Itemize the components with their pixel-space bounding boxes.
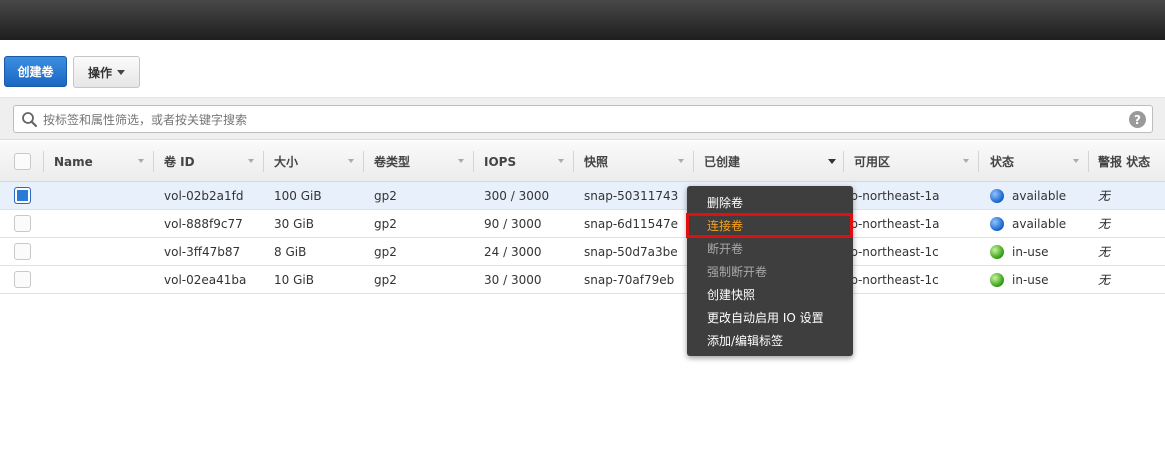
status-dot-icon xyxy=(990,244,1004,259)
sort-caret-icon[interactable] xyxy=(558,159,564,163)
column-separator xyxy=(363,151,364,172)
volume-type: gp2 xyxy=(374,272,397,287)
column-header-volume-type[interactable]: 卷类型 xyxy=(374,141,410,182)
menu-item-force-detach-volume: 强制断开卷 xyxy=(707,264,768,279)
top-navigation-bar xyxy=(0,0,1165,40)
volume-size: 10 GiB xyxy=(274,272,314,287)
menu-item-add-edit-tags[interactable]: 添加/编辑标签 xyxy=(707,330,783,350)
volume-state: in-use xyxy=(990,238,1049,265)
chevron-down-icon xyxy=(117,69,125,75)
volume-size: 30 GiB xyxy=(274,216,314,231)
availability-zone: ap-northeast-1c xyxy=(843,272,939,287)
volume-id: vol-02b2a1fd xyxy=(164,188,244,203)
volume-state: available xyxy=(990,210,1066,237)
volume-snapshot: snap-50d7a3be xyxy=(584,244,678,259)
column-header-alarm-status[interactable]: 警报 状态 xyxy=(1098,141,1150,182)
column-separator xyxy=(263,151,264,172)
volume-iops: 300 / 3000 xyxy=(484,188,550,203)
row-checkbox[interactable] xyxy=(14,215,31,232)
volume-size: 8 GiB xyxy=(274,244,307,259)
column-header-volume-id[interactable]: 卷 ID xyxy=(164,141,195,182)
column-separator xyxy=(473,151,474,172)
volume-id: vol-3ff47b87 xyxy=(164,244,241,259)
column-header-size[interactable]: 大小 xyxy=(274,141,298,182)
sort-caret-icon[interactable] xyxy=(458,159,464,163)
column-separator xyxy=(153,151,154,172)
volume-snapshot: snap-70af79eb xyxy=(584,272,675,287)
column-separator xyxy=(43,151,44,172)
volume-state-label: available xyxy=(1012,188,1067,203)
alarm-status[interactable]: 无 xyxy=(1098,182,1110,209)
row-checkbox[interactable] xyxy=(14,187,31,204)
table-row[interactable]: vol-02b2a1fd 100 GiB gp2 300 / 3000 snap… xyxy=(0,182,1165,210)
availability-zone: ap-northeast-1a xyxy=(843,188,940,203)
volume-id: vol-02ea41ba xyxy=(164,272,247,287)
table-row[interactable]: vol-3ff47b87 8 GiB gp2 24 / 3000 snap-50… xyxy=(0,238,1165,266)
row-checkbox[interactable] xyxy=(14,243,31,260)
alarm-status[interactable]: 无 xyxy=(1098,266,1110,293)
column-header-name[interactable]: Name xyxy=(54,141,93,182)
highlight-box xyxy=(686,213,853,238)
status-dot-icon xyxy=(990,272,1004,287)
table-row[interactable]: vol-02ea41ba 10 GiB gp2 30 / 3000 snap-7… xyxy=(0,266,1165,294)
create-volume-button[interactable]: 创建卷 xyxy=(4,56,67,87)
volume-snapshot: snap-50311743 xyxy=(584,188,679,203)
volume-type: gp2 xyxy=(374,216,397,231)
sort-caret-icon[interactable] xyxy=(678,159,684,163)
volume-type: gp2 xyxy=(374,244,397,259)
sort-caret-icon[interactable] xyxy=(138,159,144,163)
status-dot-icon xyxy=(990,188,1004,203)
column-separator xyxy=(573,151,574,172)
column-header-created[interactable]: 已创建 xyxy=(704,141,740,182)
table-row[interactable]: vol-888f9c77 30 GiB gp2 90 / 3000 snap-6… xyxy=(0,210,1165,238)
menu-item-detach-volume: 断开卷 xyxy=(707,241,744,256)
search-input[interactable] xyxy=(43,111,1113,129)
column-separator xyxy=(978,151,979,172)
row-checkbox[interactable] xyxy=(14,271,31,288)
volume-state-label: available xyxy=(1012,216,1067,231)
menu-item-create-snapshot[interactable]: 创建快照 xyxy=(707,284,755,304)
menu-item-delete-volume[interactable]: 删除卷 xyxy=(707,192,743,212)
column-header-availability-zone[interactable]: 可用区 xyxy=(854,141,890,182)
column-header-iops[interactable]: IOPS xyxy=(484,141,516,182)
search-icon xyxy=(22,112,38,128)
sort-caret-icon[interactable] xyxy=(248,159,254,163)
column-separator xyxy=(843,151,844,172)
actions-context-menu: 删除卷 连接卷 断开卷 强制断开卷 创建快照 更改自动启用 IO 设置 添加/编… xyxy=(686,186,853,356)
menu-item-change-auto-enable-io[interactable]: 更改自动启用 IO 设置 xyxy=(707,307,824,327)
volume-iops: 24 / 3000 xyxy=(484,244,542,259)
column-header-snapshot[interactable]: 快照 xyxy=(584,141,608,182)
volume-iops: 90 / 3000 xyxy=(484,216,542,231)
volume-state-label: in-use xyxy=(1012,272,1049,287)
volume-snapshot: snap-6d11547e xyxy=(584,216,678,231)
select-all-checkbox[interactable] xyxy=(14,153,31,170)
search-box[interactable]: ? xyxy=(13,105,1153,133)
volume-type: gp2 xyxy=(374,188,397,203)
actions-dropdown-button[interactable]: 操作 xyxy=(73,56,140,88)
toolbar: 创建卷 操作 xyxy=(0,40,1165,98)
column-header-state[interactable]: 状态 xyxy=(990,141,1014,182)
sort-caret-icon[interactable] xyxy=(828,159,836,164)
actions-label: 操作 xyxy=(87,65,112,80)
volume-state-label: in-use xyxy=(1012,244,1049,259)
column-separator xyxy=(693,151,694,172)
alarm-status[interactable]: 无 xyxy=(1098,238,1110,265)
table-header: Name 卷 ID 大小 卷类型 IOPS 快照 已创建 可用区 状态 警报 状… xyxy=(0,141,1165,182)
availability-zone: ap-northeast-1a xyxy=(843,216,940,231)
volume-size: 100 GiB xyxy=(274,188,322,203)
volume-state: available xyxy=(990,182,1066,209)
column-separator xyxy=(1088,151,1089,172)
volume-id: vol-888f9c77 xyxy=(164,216,243,231)
volume-state: in-use xyxy=(990,266,1049,293)
sort-caret-icon[interactable] xyxy=(348,159,354,163)
filter-bar: ? xyxy=(0,98,1165,140)
status-dot-icon xyxy=(990,216,1004,231)
volume-iops: 30 / 3000 xyxy=(484,272,542,287)
sort-caret-icon[interactable] xyxy=(1073,159,1079,163)
alarm-status[interactable]: 无 xyxy=(1098,210,1110,237)
sort-caret-icon[interactable] xyxy=(963,159,969,163)
help-icon[interactable]: ? xyxy=(1129,111,1146,128)
availability-zone: ap-northeast-1c xyxy=(843,244,939,259)
